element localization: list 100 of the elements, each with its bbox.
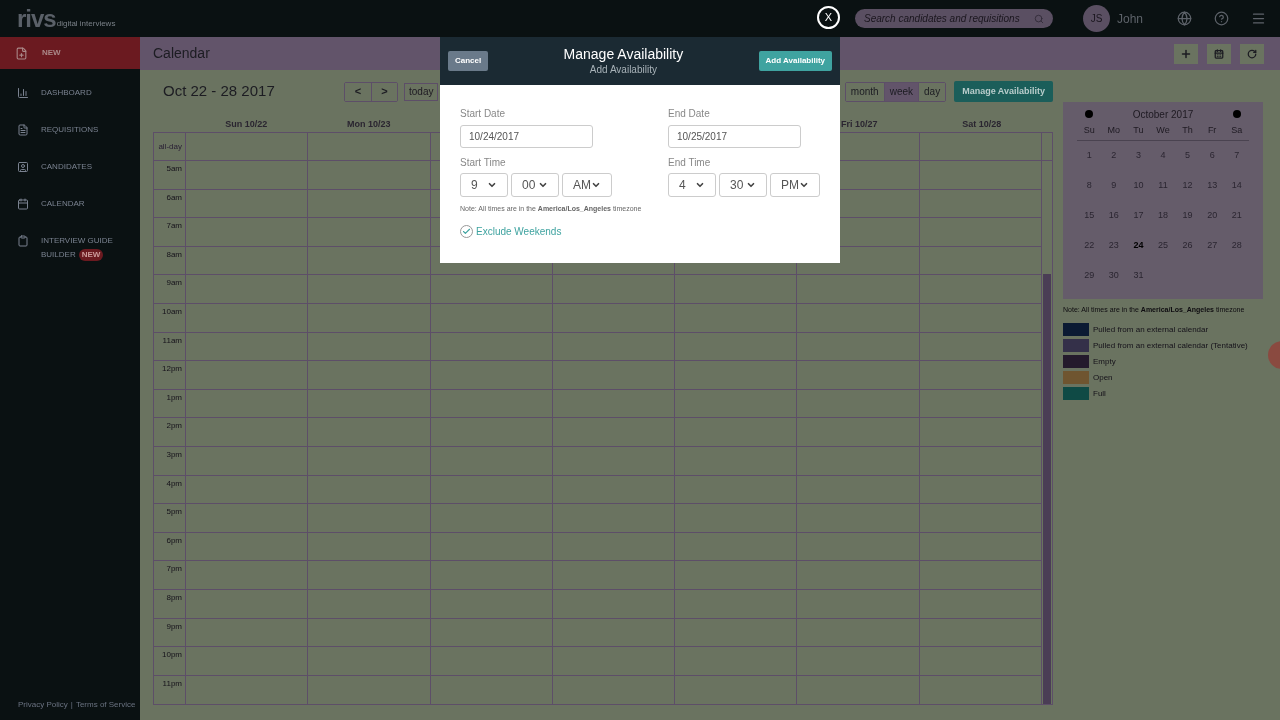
new-file-icon bbox=[15, 46, 28, 60]
user-name[interactable]: John bbox=[1117, 9, 1177, 28]
globe-icon[interactable] bbox=[1177, 11, 1192, 26]
weekday-label: Sa bbox=[1230, 124, 1244, 137]
calendar-icon bbox=[17, 198, 29, 210]
hour-label: 1pm bbox=[166, 391, 182, 404]
time-select[interactable]: 9 bbox=[460, 173, 508, 197]
sidebar-item[interactable]: INTERVIEW GUIDE BUILDER NEW bbox=[0, 235, 140, 261]
caret-icon bbox=[746, 180, 756, 190]
caret-icon bbox=[591, 180, 601, 190]
hour-label: 9am bbox=[166, 277, 182, 290]
weekday-label: Fr bbox=[1206, 124, 1218, 137]
time-select[interactable]: 00 bbox=[511, 173, 559, 197]
today-button[interactable]: today bbox=[404, 82, 439, 101]
calendar-button[interactable] bbox=[1207, 43, 1231, 64]
menu-icon[interactable] bbox=[1251, 11, 1266, 26]
legend-label: Empty bbox=[1093, 355, 1116, 368]
date-field[interactable]: 10/24/2017 bbox=[460, 125, 593, 148]
dialog-subtitle: Add Availability bbox=[589, 62, 657, 77]
hour-label: 12pm bbox=[162, 363, 182, 376]
legend-label: Open bbox=[1093, 371, 1113, 384]
day-cell[interactable]: 1 bbox=[1077, 140, 1102, 171]
plus-icon bbox=[1180, 47, 1192, 60]
field-label: End Time bbox=[668, 156, 712, 170]
separator: | bbox=[70, 699, 73, 711]
caret-icon bbox=[695, 180, 705, 190]
cancel-button[interactable]: Cancel bbox=[448, 51, 489, 71]
hour-label: 6pm bbox=[166, 534, 182, 547]
avatar[interactable]: JS bbox=[1083, 5, 1110, 32]
day-cell[interactable]: 11 bbox=[1150, 170, 1176, 201]
footer-link[interactable]: Privacy Policy bbox=[18, 699, 68, 711]
sidebar-item[interactable]: CALENDAR bbox=[0, 198, 140, 213]
day-cell[interactable]: 24 bbox=[1126, 230, 1151, 261]
hour-label: 8pm bbox=[166, 591, 182, 604]
page-title: Calendar bbox=[153, 44, 210, 63]
date-range: Oct 22 - 28 2017 bbox=[163, 81, 276, 102]
new-button[interactable]: NEW bbox=[0, 37, 140, 69]
new-badge: NEW bbox=[78, 249, 104, 261]
day-cell[interactable]: 16 bbox=[1101, 200, 1127, 231]
time-select[interactable]: AM bbox=[562, 173, 612, 197]
day-header: Sun 10/22 bbox=[225, 117, 268, 131]
field-label: Start Time bbox=[460, 156, 507, 170]
checkbox-label[interactable]: Exclude Weekends bbox=[476, 223, 562, 239]
weekday-label: Th bbox=[1181, 124, 1194, 137]
day-cell[interactable]: 12 bbox=[1175, 170, 1200, 201]
search-field[interactable]: Search candidates and requisitions bbox=[855, 9, 1053, 28]
time-select[interactable]: 4 bbox=[668, 173, 716, 197]
day-cell[interactable]: 26 bbox=[1175, 230, 1200, 261]
sidebar-item[interactable]: DASHBOARD bbox=[0, 87, 140, 102]
legend-label: Full bbox=[1093, 387, 1106, 400]
day-cell[interactable]: 14 bbox=[1224, 170, 1249, 201]
view-tab[interactable]: week bbox=[883, 82, 918, 101]
legend-label: Pulled from an external calendar (Tentative) bbox=[1093, 339, 1248, 352]
field-label: End Date bbox=[668, 107, 711, 121]
logo-tagline: digital interviews bbox=[56, 17, 116, 30]
day-header: Fri 10/27 bbox=[840, 117, 878, 131]
all-day-label: all-day bbox=[158, 140, 182, 153]
hour-label: 5pm bbox=[166, 506, 182, 519]
next-button[interactable]: > bbox=[371, 82, 397, 101]
next-month-icon[interactable] bbox=[1233, 110, 1241, 118]
previous-month-icon[interactable] bbox=[1085, 110, 1093, 118]
sidebar-item[interactable]: CANDIDATES bbox=[0, 161, 140, 176]
hour-label: 8am bbox=[166, 248, 182, 261]
hour-label: 10pm bbox=[162, 649, 182, 662]
person-icon bbox=[17, 161, 29, 173]
help-icon[interactable] bbox=[1214, 11, 1229, 26]
hour-label: 9pm bbox=[166, 620, 182, 633]
day-cell[interactable]: 18 bbox=[1150, 200, 1176, 231]
day-cell[interactable]: 17 bbox=[1126, 200, 1151, 231]
hour-label: 3pm bbox=[166, 448, 182, 461]
view-tab[interactable]: day bbox=[918, 82, 946, 101]
legend-label: Pulled from an external calendar bbox=[1093, 323, 1209, 336]
time-select[interactable]: PM bbox=[770, 173, 820, 197]
month-title: October 2017 bbox=[1132, 107, 1194, 122]
footer-link[interactable]: Terms of Service bbox=[75, 699, 136, 711]
check-icon bbox=[462, 226, 471, 236]
day-cell[interactable]: 21 bbox=[1224, 200, 1249, 231]
day-header: Sat 10/28 bbox=[962, 117, 1002, 131]
add-button[interactable] bbox=[1174, 43, 1198, 64]
refresh-button[interactable] bbox=[1240, 43, 1264, 64]
hour-label: 5am bbox=[166, 163, 182, 175]
time-select[interactable]: 30 bbox=[719, 173, 767, 197]
logo: rivs bbox=[17, 6, 56, 31]
weekday-label: Tu bbox=[1132, 124, 1145, 137]
document-icon bbox=[17, 124, 29, 136]
day-header: Mon 10/23 bbox=[347, 117, 391, 131]
hour-label: 2pm bbox=[166, 420, 182, 433]
hour-label: 4pm bbox=[166, 477, 182, 490]
hour-label: 7am bbox=[166, 220, 182, 233]
caret-icon bbox=[538, 180, 548, 190]
weekday-label: Mo bbox=[1106, 124, 1122, 137]
sidebar-item[interactable]: REQUISITIONS bbox=[0, 124, 140, 139]
hour-label: 11pm bbox=[162, 677, 182, 690]
manage-availability-button[interactable]: Manage Availability bbox=[954, 81, 1053, 102]
date-field[interactable]: 10/25/2017 bbox=[668, 125, 801, 148]
caret-icon bbox=[799, 180, 809, 190]
add-availability-button[interactable]: Add Availability bbox=[758, 51, 832, 71]
field-label: Start Date bbox=[460, 107, 507, 121]
clipboard-icon bbox=[17, 235, 29, 247]
refresh-icon bbox=[1247, 48, 1257, 59]
